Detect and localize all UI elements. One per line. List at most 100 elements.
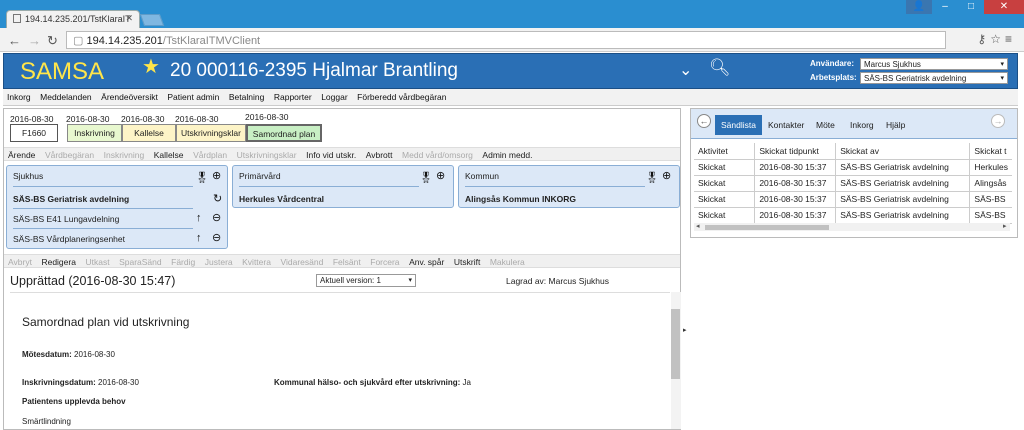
column-header[interactable]: Skickat av — [835, 143, 971, 160]
address-bar[interactable]: ▢ 194.14.235.201/TstKlaraITMVClient — [66, 31, 946, 49]
card-item[interactable]: SÄS-BS Vårdplaneringsenhet — [13, 234, 125, 244]
browser-actions: ⚷☆≡ — [977, 32, 1016, 46]
menu-item-arendeoversikt[interactable]: Ärendeöversikt — [97, 89, 161, 102]
chevron-right-icon[interactable]: ▸ — [683, 326, 687, 334]
award-icon[interactable]: 🎖︎ — [195, 171, 209, 184]
document-heading: Samordnad plan vid utskrivning — [22, 315, 190, 329]
tb-kallelse[interactable]: Kallelse — [150, 148, 187, 160]
minimize-button[interactable]: – — [932, 0, 958, 14]
table-cell: 2016-08-30 15:37 — [754, 175, 837, 192]
tb-kvittera: Kvittera — [242, 257, 271, 267]
arrow-up-icon[interactable]: ↑ — [196, 232, 202, 244]
tab-hjalp[interactable]: Hjälp — [881, 117, 910, 133]
maximize-button[interactable]: □ — [958, 0, 984, 14]
remove-circle-icon[interactable]: ⊖ — [212, 211, 221, 224]
menu-item-inkorg[interactable]: Inkorg — [3, 89, 34, 102]
column-header[interactable]: Skickat tidpunkt — [754, 143, 837, 160]
add-circle-icon[interactable]: ⊕ — [662, 169, 671, 182]
panel-splitter[interactable]: ▸ — [683, 108, 688, 430]
scroll-right-icon[interactable]: ▸ — [1003, 222, 1007, 230]
step-kallelse[interactable]: Kallelse — [122, 124, 176, 142]
browser-tab[interactable]: 194.14.235.201/TstKlaraIT ✕ — [6, 10, 140, 28]
tb-utskrivningsklar: Utskrivningsklar — [236, 150, 297, 160]
tb-admin-medd[interactable]: Admin medd. — [478, 148, 535, 160]
tab-mote[interactable]: Möte — [811, 117, 840, 133]
add-circle-icon[interactable]: ⊕ — [212, 169, 221, 182]
intake-value: 2016-08-30 — [98, 378, 139, 387]
tb-anv-spar[interactable]: Anv. spår — [405, 255, 447, 267]
step-samordnad-plan[interactable]: Samordnad plan — [246, 124, 322, 142]
tb-utskrift[interactable]: Utskrift — [450, 255, 483, 267]
table-row[interactable]: Skickat 2016-08-30 15:37 SÄS-BS Geriatrisk… — [694, 159, 1012, 176]
close-tab-icon[interactable]: ✕ — [125, 13, 133, 24]
chevron-down-icon: ▾ — [1000, 75, 1004, 82]
tab-inkorg[interactable]: Inkorg — [845, 117, 879, 133]
case-code[interactable]: F1660 — [10, 124, 58, 142]
forward-arrow-icon[interactable]: → — [28, 33, 41, 48]
column-header[interactable]: Aktivitet — [694, 143, 756, 160]
table-cell: SÄS-BS Geriatrisk avdelning — [835, 175, 971, 192]
arrow-left-icon[interactable]: ← — [697, 114, 711, 128]
profile-icon[interactable]: 👤 — [906, 0, 932, 14]
scrollbar-thumb[interactable] — [671, 309, 680, 379]
new-tab-button[interactable] — [139, 14, 165, 26]
award-icon[interactable]: 🎖︎ — [645, 171, 659, 184]
workplace-value: SÄS-BS Geriatrisk avdelning — [864, 74, 967, 83]
tab-kontakter[interactable]: Kontakter — [763, 117, 809, 133]
card-item[interactable]: Herkules Vårdcentral — [239, 194, 324, 204]
card-item[interactable]: SÄS-BS Geriatrisk avdelning — [13, 194, 129, 204]
table-cell: SÄS-BS — [969, 207, 1012, 224]
arrow-up-icon[interactable]: ↑ — [196, 212, 202, 224]
award-icon[interactable]: 🎖︎ — [419, 171, 433, 184]
scroll-left-icon[interactable]: ◂ — [696, 222, 700, 230]
tb-info-vid-utskr[interactable]: Info vid utskr. — [302, 148, 359, 160]
workplace-select[interactable]: SÄS-BS Geriatrisk avdelning ▾ — [860, 72, 1008, 84]
tb-arende[interactable]: Ärende — [4, 148, 38, 160]
tb-inskrivning: Inskrivning — [103, 150, 145, 160]
tb-redigera[interactable]: Redigera — [37, 255, 79, 267]
table-cell: Skickat — [694, 191, 756, 208]
menu-item-rapporter[interactable]: Rapporter — [270, 89, 315, 102]
refresh-icon[interactable]: ↻ — [213, 192, 222, 205]
needs-label: Patientens upplevda behov — [22, 397, 126, 406]
step-inskrivning[interactable]: Inskrivning — [67, 124, 122, 142]
tab-sandlista[interactable]: Sändlista — [715, 115, 762, 135]
municipal-label: Kommunal hälso- och sjukvård efter utskr… — [274, 378, 461, 387]
tb-avbrott[interactable]: Avbrott — [362, 148, 396, 160]
primarvard-card: Primärvård 🎖︎ ⊕ Herkules Vårdcentral — [232, 165, 454, 208]
table-row[interactable]: Skickat 2016-08-30 15:37 SÄS-BS Geriatrisk… — [694, 191, 1012, 208]
card-item[interactable]: Alingsås Kommun INKORG — [465, 194, 576, 204]
menu-item-meddelanden[interactable]: Meddelanden — [36, 89, 95, 102]
user-value: Marcus Sjukhus — [864, 60, 921, 69]
window-controls: 👤 – □ ✕ — [906, 0, 1024, 14]
step-utskrivningsklar[interactable]: Utskrivningsklar — [176, 124, 246, 142]
intake-date: Inskrivningsdatum: 2016-08-30 — [22, 378, 139, 387]
arrow-right-icon[interactable]: → — [991, 114, 1005, 128]
column-header[interactable]: Skickat t — [969, 143, 1012, 160]
chevron-down-icon[interactable]: ⌄ — [679, 60, 692, 80]
menu-item-forberedd-vardbegaran[interactable]: Förberedd vårdbegäran — [353, 89, 449, 102]
menu-icon[interactable]: ≡ — [1005, 32, 1016, 46]
version-select[interactable]: Aktuell version: 1 ▾ — [316, 274, 416, 287]
favorite-star-icon[interactable]: ★ — [142, 54, 160, 79]
menu-item-betalning[interactable]: Betalning — [225, 89, 267, 102]
side-tabs: ← Sändlista Kontakter Möte Inkorg Hjälp … — [691, 109, 1017, 139]
tb-avbryt: Avbryt — [8, 257, 32, 267]
menu-item-loggar[interactable]: Loggar — [317, 89, 350, 102]
reload-icon[interactable]: ↻ — [47, 33, 58, 49]
tb-justera: Justera — [204, 257, 233, 267]
search-icon[interactable]: 🔍︎ — [709, 58, 731, 78]
scrollbar-thumb[interactable] — [705, 225, 829, 230]
menu-item-patient-admin[interactable]: Patient admin — [163, 89, 222, 102]
close-window-button[interactable]: ✕ — [984, 0, 1024, 14]
key-icon[interactable]: ⚷ — [977, 32, 990, 46]
remove-circle-icon[interactable]: ⊖ — [212, 231, 221, 244]
add-circle-icon[interactable]: ⊕ — [436, 169, 445, 182]
table-row[interactable]: Skickat 2016-08-30 15:37 SÄS-BS Geriatrisk… — [694, 207, 1012, 224]
back-arrow-icon[interactable]: ← — [8, 33, 21, 48]
card-item[interactable]: SÄS-BS E41 Lungavdelning — [13, 214, 119, 224]
saved-by: Lagrad av: Marcus Sjukhus — [506, 276, 609, 286]
user-select[interactable]: Marcus Sjukhus ▾ — [860, 58, 1008, 70]
bookmark-star-icon[interactable]: ☆ — [990, 32, 1005, 46]
table-row[interactable]: Skickat 2016-08-30 15:37 SÄS-BS Geriatrisk… — [694, 175, 1012, 192]
